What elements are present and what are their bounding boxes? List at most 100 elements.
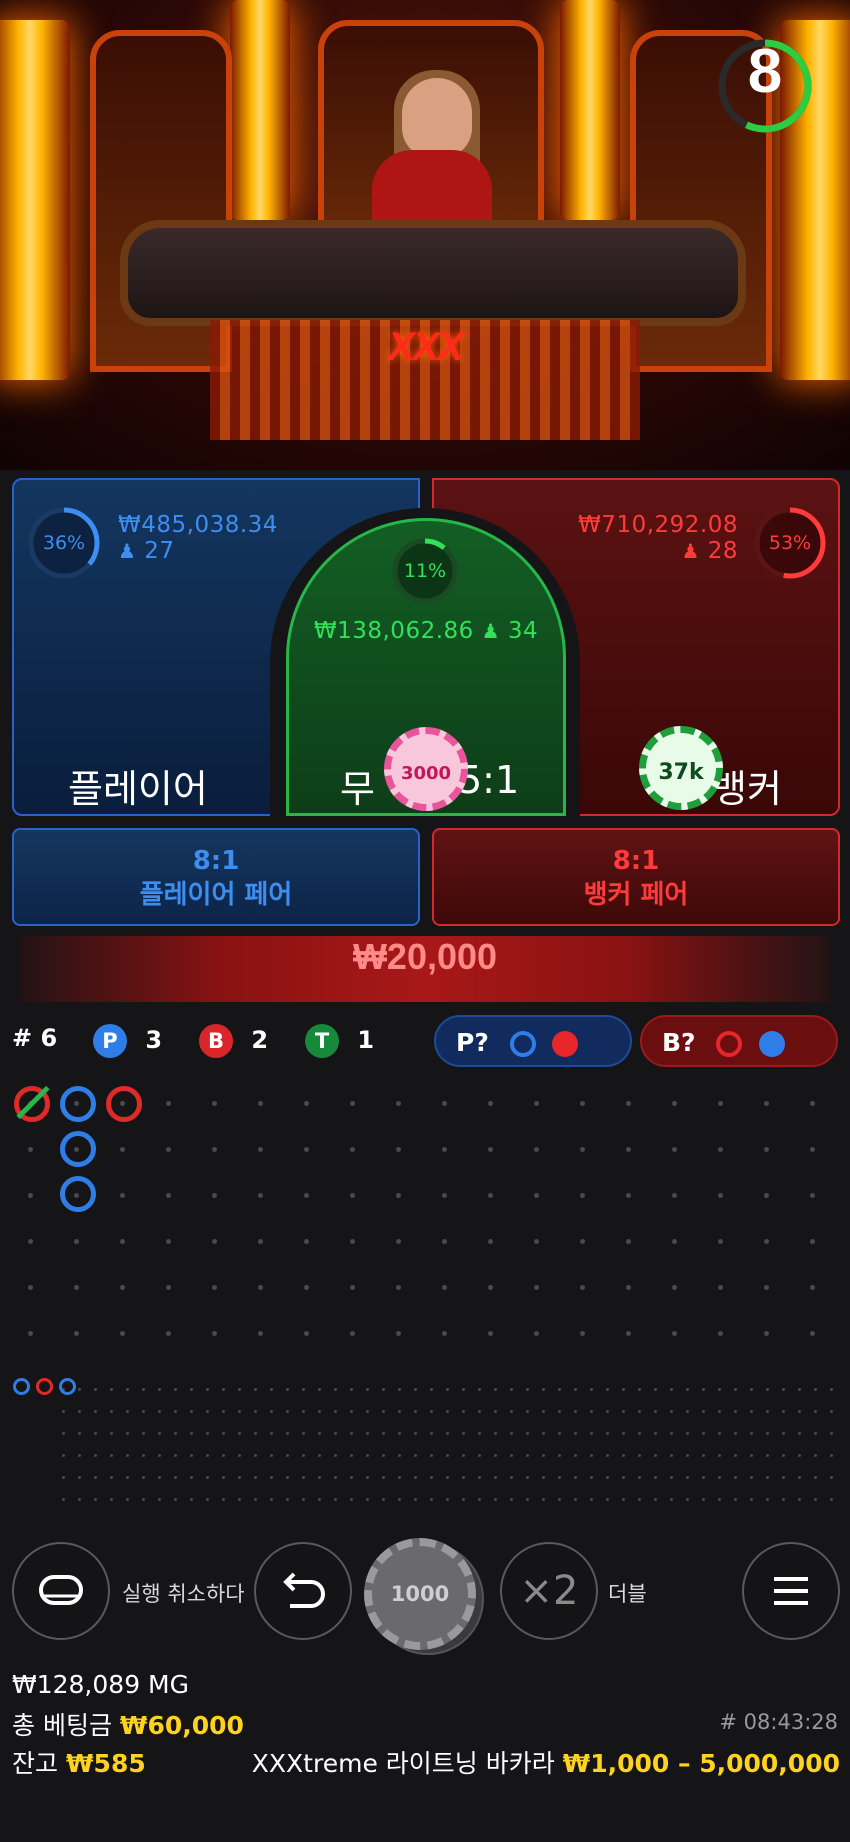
road-grid-dot <box>74 1331 79 1336</box>
banker-wins: B 2 <box>199 1024 268 1058</box>
player-total-amount: ₩485,038.34 <box>118 512 278 538</box>
road-grid-dot <box>396 1331 401 1336</box>
road-grid-dot <box>718 1498 721 1501</box>
road-scoreboard <box>0 1080 850 1520</box>
menu-button[interactable] <box>742 1542 840 1640</box>
tie-badge-icon: T <box>305 1024 339 1058</box>
selected-chip[interactable]: 1000 <box>364 1538 476 1650</box>
road-grid-dot <box>446 1388 449 1391</box>
road-grid-dot <box>302 1476 305 1479</box>
road-grid-dot <box>670 1476 673 1479</box>
road-grid-dot <box>798 1454 801 1457</box>
road-grid-dot <box>734 1410 737 1413</box>
road-grid-dot <box>782 1432 785 1435</box>
road-grid-dot <box>478 1432 481 1435</box>
banker-total-amount: ₩710,292.08 <box>578 512 738 538</box>
road-grid-dot <box>350 1410 353 1413</box>
road-grid-dot <box>446 1476 449 1479</box>
road-grid-dot <box>810 1239 815 1244</box>
road-grid-dot <box>222 1410 225 1413</box>
road-grid-dot <box>590 1454 593 1457</box>
road-grid-dot <box>654 1454 657 1457</box>
road-grid-dot <box>318 1476 321 1479</box>
bet-limits: ₩1,000 – 5,000,000 <box>562 1749 840 1778</box>
road-grid-dot <box>304 1285 309 1290</box>
road-grid-dot <box>396 1285 401 1290</box>
road-grid-dot <box>78 1498 81 1501</box>
road-grid-dot <box>750 1454 753 1457</box>
road-grid-dot <box>782 1476 785 1479</box>
road-grid-dot <box>462 1388 465 1391</box>
banker-pair-bet-spot[interactable]: 8:1 뱅커 페어 <box>432 828 840 926</box>
road-grid-dot <box>606 1476 609 1479</box>
road-grid-dot <box>258 1239 263 1244</box>
player-pair-bet-spot[interactable]: 8:1 플레이어 페어 <box>12 828 420 926</box>
road-grid-dot <box>718 1285 723 1290</box>
road-grid-dot <box>462 1498 465 1501</box>
road-grid-dot <box>254 1476 257 1479</box>
road-grid-dot <box>382 1388 385 1391</box>
road-grid-dot <box>534 1193 539 1198</box>
road-grid-dot <box>350 1454 353 1457</box>
road-grid-dot <box>222 1476 225 1479</box>
table-view-button[interactable] <box>12 1542 110 1640</box>
road-grid-dot <box>302 1498 305 1501</box>
road-grid-dot <box>526 1476 529 1479</box>
road-grid-dot <box>622 1476 625 1479</box>
road-grid-dot <box>174 1454 177 1457</box>
player-predict-button[interactable]: P? <box>434 1015 632 1067</box>
road-grid-dot <box>430 1410 433 1413</box>
player-predict-label: P? <box>456 1028 489 1057</box>
road-grid-dot <box>622 1388 625 1391</box>
road-grid-dot <box>606 1388 609 1391</box>
double-button[interactable]: ×2 <box>500 1542 598 1640</box>
road-grid-dot <box>750 1388 753 1391</box>
person-icon: ♟ <box>481 619 501 643</box>
road-grid-dot <box>686 1454 689 1457</box>
tie-label: 무 <box>340 767 375 811</box>
road-grid-dot <box>798 1476 801 1479</box>
round-count: # 6 <box>12 1024 57 1052</box>
player-result-mark <box>60 1176 96 1212</box>
light-pillar <box>0 20 70 380</box>
balance-label: 잔고 <box>12 1749 59 1778</box>
road-grid-dot <box>814 1432 817 1435</box>
road-grid-dot <box>672 1193 677 1198</box>
road-grid-dot <box>526 1388 529 1391</box>
road-grid-dot <box>318 1410 321 1413</box>
road-grid-dot <box>462 1454 465 1457</box>
road-grid-dot <box>574 1476 577 1479</box>
undo-button[interactable] <box>254 1542 352 1640</box>
road-grid-dot <box>814 1476 817 1479</box>
road-grid-dot <box>304 1239 309 1244</box>
road-grid-dot <box>534 1101 539 1106</box>
road-grid-dot <box>396 1239 401 1244</box>
red-ring-icon <box>716 1031 743 1057</box>
road-grid-dot <box>574 1498 577 1501</box>
road-grid-dot <box>302 1388 305 1391</box>
road-grid-dot <box>94 1410 97 1413</box>
road-grid-dot <box>78 1410 81 1413</box>
road-grid-dot <box>396 1101 401 1106</box>
road-grid-dot <box>580 1101 585 1106</box>
road-grid-dot <box>526 1498 529 1501</box>
road-grid-dot <box>174 1388 177 1391</box>
banker-predict-button[interactable]: B? <box>640 1015 838 1067</box>
road-grid-dot <box>442 1147 447 1152</box>
double-label: 더블 <box>608 1582 647 1606</box>
road-grid-dot <box>142 1476 145 1479</box>
road-grid-dot <box>174 1476 177 1479</box>
road-grid-dot <box>62 1476 65 1479</box>
road-grid-dot <box>814 1410 817 1413</box>
road-grid-dot <box>350 1388 353 1391</box>
banker-wins-count: 2 <box>251 1026 269 1054</box>
road-grid-dot <box>764 1331 769 1336</box>
road-grid-dot <box>366 1476 369 1479</box>
road-grid-dot <box>488 1101 493 1106</box>
road-grid-dot <box>782 1410 785 1413</box>
road-grid-dot <box>318 1388 321 1391</box>
road-grid-dot <box>430 1454 433 1457</box>
road-grid-dot <box>654 1410 657 1413</box>
balance-mg: ₩128,089 MG <box>12 1670 189 1699</box>
road-grid-dot <box>398 1498 401 1501</box>
